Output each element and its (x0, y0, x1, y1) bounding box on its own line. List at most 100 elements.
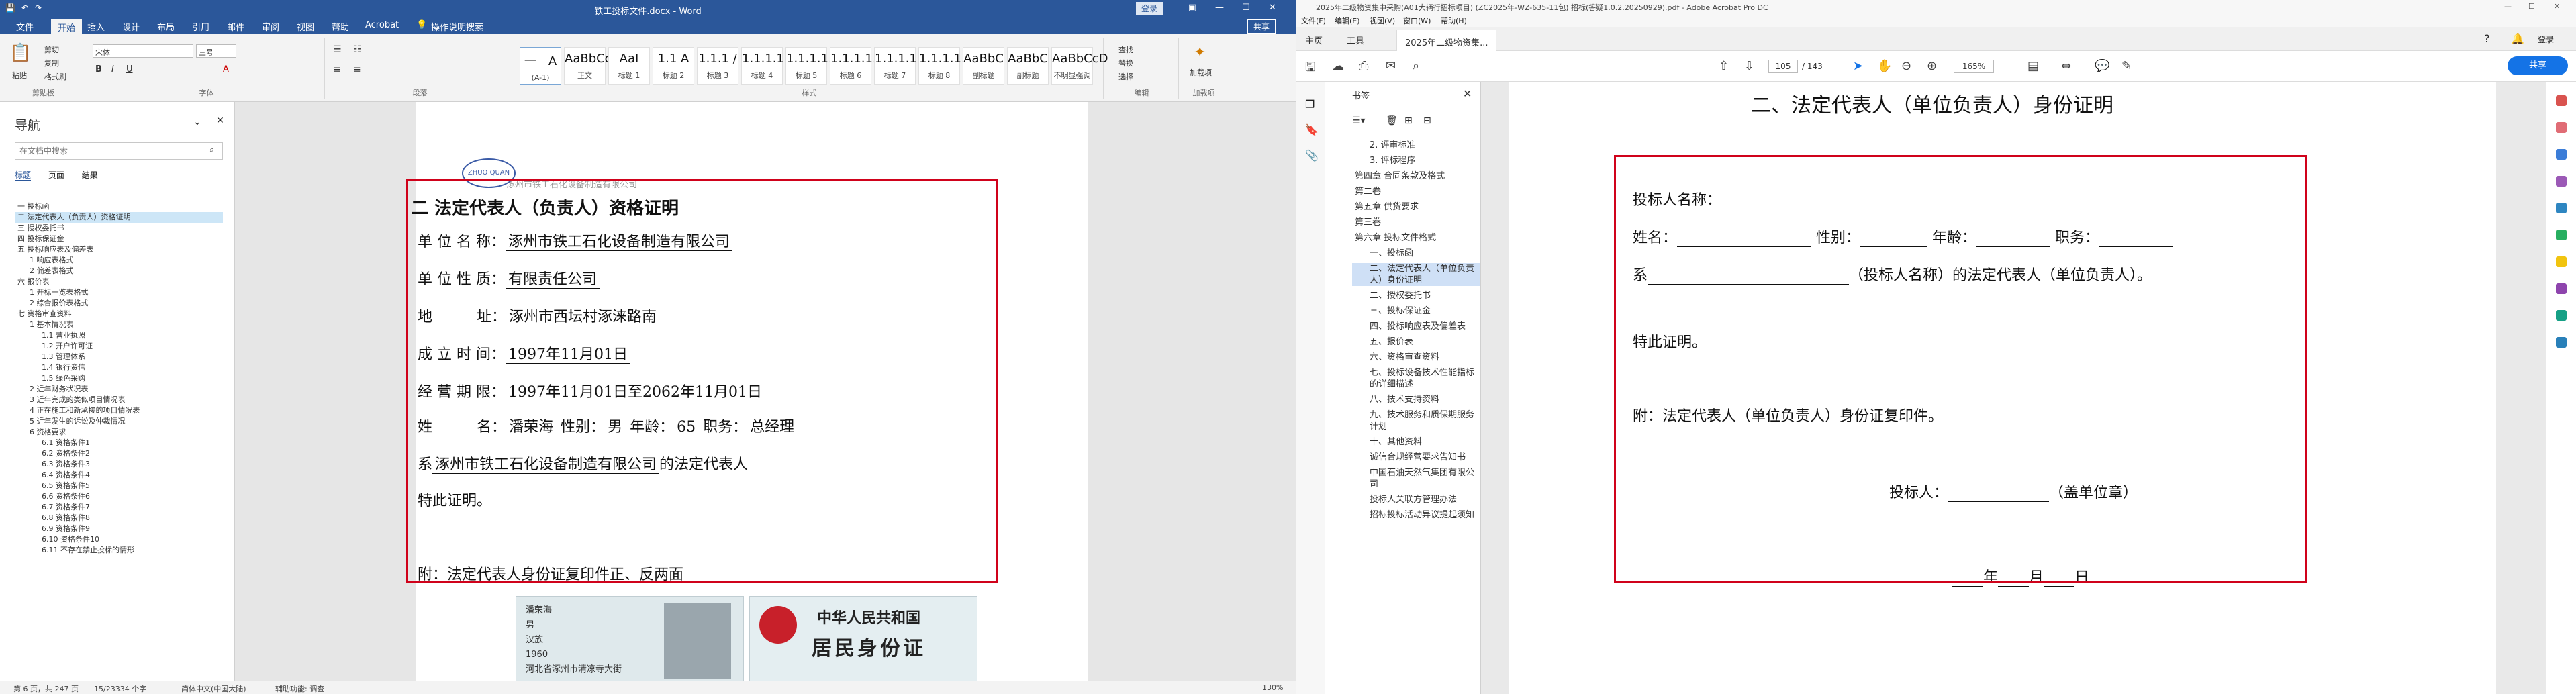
upload-icon[interactable]: ☁ (1332, 59, 1344, 73)
bold-button[interactable]: B (95, 64, 102, 75)
bookmark-options-icon[interactable]: ☰▾ (1352, 115, 1366, 126)
acrobat-close-icon[interactable]: ✕ (2554, 2, 2560, 11)
tab-file[interactable]: 文件 (16, 20, 34, 33)
maximize-icon[interactable]: ☐ (1242, 3, 1250, 13)
search-icon[interactable]: ⌕ (209, 145, 214, 155)
nav-heading-item[interactable]: 七 资格审查资料 (15, 309, 223, 319)
style-item[interactable]: AaBbC 副标题 (963, 47, 1004, 85)
style-item[interactable]: 1.1.1.1. 标题 8 (918, 47, 965, 85)
find-button[interactable]: 查找 (1118, 44, 1133, 55)
replace-button[interactable]: 替换 (1118, 58, 1133, 68)
bookmark-item[interactable]: 2. 评审标准 (1352, 140, 1480, 151)
nav-heading-item[interactable]: 6.10 资格条件10 (15, 534, 223, 545)
nav-heading-item[interactable]: 2 综合报价表格式 (15, 298, 223, 309)
menu-view[interactable]: 视图(V) (1370, 15, 1395, 26)
numbering-icon[interactable]: ☷ (353, 44, 362, 55)
pages-icon[interactable]: ❐ (1305, 98, 1315, 111)
bookmark-item[interactable]: 招标投标活动异议提起须知 (1352, 509, 1480, 521)
zoom-in-icon[interactable]: ⊕ (1927, 59, 1937, 73)
addins-button[interactable]: 加载项 (1190, 67, 1212, 78)
bookmark-item[interactable]: 第四章 合同条款及格式 (1352, 170, 1480, 182)
nav-search-input[interactable] (15, 142, 223, 160)
paste-button[interactable]: 粘贴 (12, 70, 27, 81)
bookmark-item[interactable]: 3. 评标程序 (1352, 155, 1480, 166)
status-zoom[interactable]: 130% (1262, 683, 1283, 692)
bookmark-item[interactable]: 三、投标保证金 (1352, 305, 1480, 317)
search-icon[interactable]: ⌕ (1413, 59, 1419, 73)
nav-heading-item[interactable]: 2 偏差表格式 (15, 266, 223, 277)
nav-heading-item[interactable]: 6.1 资格条件1 (15, 438, 223, 448)
chevron-down-icon[interactable]: ⌄ (193, 117, 201, 128)
style-item[interactable]: AaBbC 副标题 (1007, 47, 1049, 85)
bookmark-item[interactable]: 第三卷 (1352, 217, 1480, 228)
scan-icon[interactable] (2556, 230, 2567, 240)
tab-mailings[interactable]: 邮件 (227, 20, 244, 33)
tab-layout[interactable]: 布局 (157, 20, 175, 33)
bookmark-icon[interactable]: 🔖 (1305, 123, 1319, 136)
bell-icon[interactable]: 🔔 (2511, 32, 2524, 45)
italic-button[interactable]: I (111, 64, 114, 75)
style-item[interactable]: 一 A (A-1) (520, 47, 561, 85)
tab-help[interactable]: 帮助 (332, 20, 349, 33)
tab-acrobat[interactable]: Acrobat (365, 20, 399, 30)
status-language[interactable]: 简体中文(中国大陆) (181, 683, 246, 694)
bookmark-item[interactable]: 中国石油天然气集团有限公司 (1352, 467, 1480, 490)
bookmark-item[interactable]: 五、报价表 (1352, 336, 1480, 348)
tab-design[interactable]: 设计 (122, 20, 140, 33)
bookmark-item[interactable]: 第二卷 (1352, 186, 1480, 197)
menu-window[interactable]: 窗口(W) (1403, 15, 1431, 26)
nav-heading-item[interactable]: 五 投标响应表及偏差表 (15, 244, 223, 255)
addins-icon[interactable]: ✦ (1194, 44, 1206, 61)
style-item[interactable]: AaI 标题 1 (608, 47, 650, 85)
login-button[interactable]: 登录 (1136, 2, 1163, 15)
tab-tools[interactable]: 工具 (1347, 34, 1364, 46)
status-words[interactable]: 15/23334 个字 (94, 683, 146, 694)
email-icon[interactable]: ✉ (1386, 59, 1396, 73)
bookmark-item[interactable]: 第五章 供货要求 (1352, 201, 1480, 213)
nav-heading-item[interactable]: 1.2 开户许可证 (15, 341, 223, 352)
menu-help[interactable]: 帮助(H) (1441, 15, 1467, 26)
zoom-out-icon[interactable]: ⊖ (1901, 59, 1911, 73)
tab-review[interactable]: 审阅 (262, 20, 279, 33)
tab-home[interactable]: 开始 (51, 19, 83, 34)
nav-heading-item[interactable]: 4 正在施工和新承接的项目情况表 (15, 405, 223, 416)
nav-heading-item[interactable]: 6 资格要求 (15, 427, 223, 438)
comment-icon[interactable]: 💬 (2095, 59, 2109, 73)
nav-heading-item[interactable]: 1.4 银行资信 (15, 362, 223, 373)
delete-bookmark-icon[interactable]: 🗑 (1386, 115, 1398, 126)
bookmark-item[interactable]: 六、资格审查资料 (1352, 352, 1480, 363)
nav-heading-item[interactable]: 三 授权委托书 (15, 223, 223, 234)
menu-file[interactable]: 文件(F) (1301, 15, 1326, 26)
align-left-icon[interactable]: ≡ (333, 64, 341, 75)
style-item[interactable]: 1.1.1.1 标题 4 (741, 47, 784, 85)
bookmarks-close-icon[interactable]: ✕ (1463, 87, 1472, 100)
nav-heading-item[interactable]: 六 报价表 (15, 277, 223, 287)
bookmark-item[interactable]: 七、投标设备技术性能指标的详细描述 (1352, 367, 1480, 390)
paste-icon[interactable]: 📋 (9, 43, 31, 63)
export-pdf-icon[interactable] (2556, 95, 2567, 106)
nav-heading-item[interactable]: 6.8 资格条件8 (15, 513, 223, 524)
nav-heading-item[interactable]: 6.9 资格条件9 (15, 524, 223, 534)
align-center-icon[interactable]: ≡ (353, 64, 361, 75)
create-pdf-icon[interactable] (2556, 122, 2567, 133)
nav-heading-item[interactable]: 二 法定代表人（负责人）资格证明 (15, 212, 223, 223)
nav-heading-item[interactable]: 6.7 资格条件7 (15, 502, 223, 513)
font-name-select[interactable]: 宋体 (93, 44, 193, 58)
bookmark-item[interactable]: 十、其他资料 (1352, 436, 1480, 448)
acrobat-maximize-icon[interactable]: ☐ (2528, 2, 2535, 11)
bookmark-item[interactable]: 四、投标响应表及偏差表 (1352, 321, 1480, 332)
close-icon[interactable]: ✕ (1269, 3, 1276, 13)
page-display-icon[interactable]: ▤ (2028, 59, 2039, 73)
format-painter-button[interactable]: 格式刷 (44, 71, 66, 82)
tab-references[interactable]: 引用 (192, 20, 209, 33)
tab-document[interactable]: 2025年二级物资集... (1396, 30, 1497, 51)
bookmark-item[interactable]: 投标人关联方管理办法 (1352, 494, 1480, 505)
copy-button[interactable]: 复制 (44, 58, 59, 68)
zoom-select[interactable]: 165% (1954, 60, 1994, 73)
nav-tab-pages[interactable]: 页面 (48, 170, 64, 180)
select-button[interactable]: 选择 (1118, 71, 1133, 82)
protect-icon[interactable] (2556, 310, 2567, 321)
style-item[interactable]: 1.1.1 / 标题 3 (697, 47, 738, 85)
bookmark-item[interactable]: 一、投标函 (1352, 248, 1480, 259)
nav-heading-item[interactable]: 6.4 资格条件4 (15, 470, 223, 481)
